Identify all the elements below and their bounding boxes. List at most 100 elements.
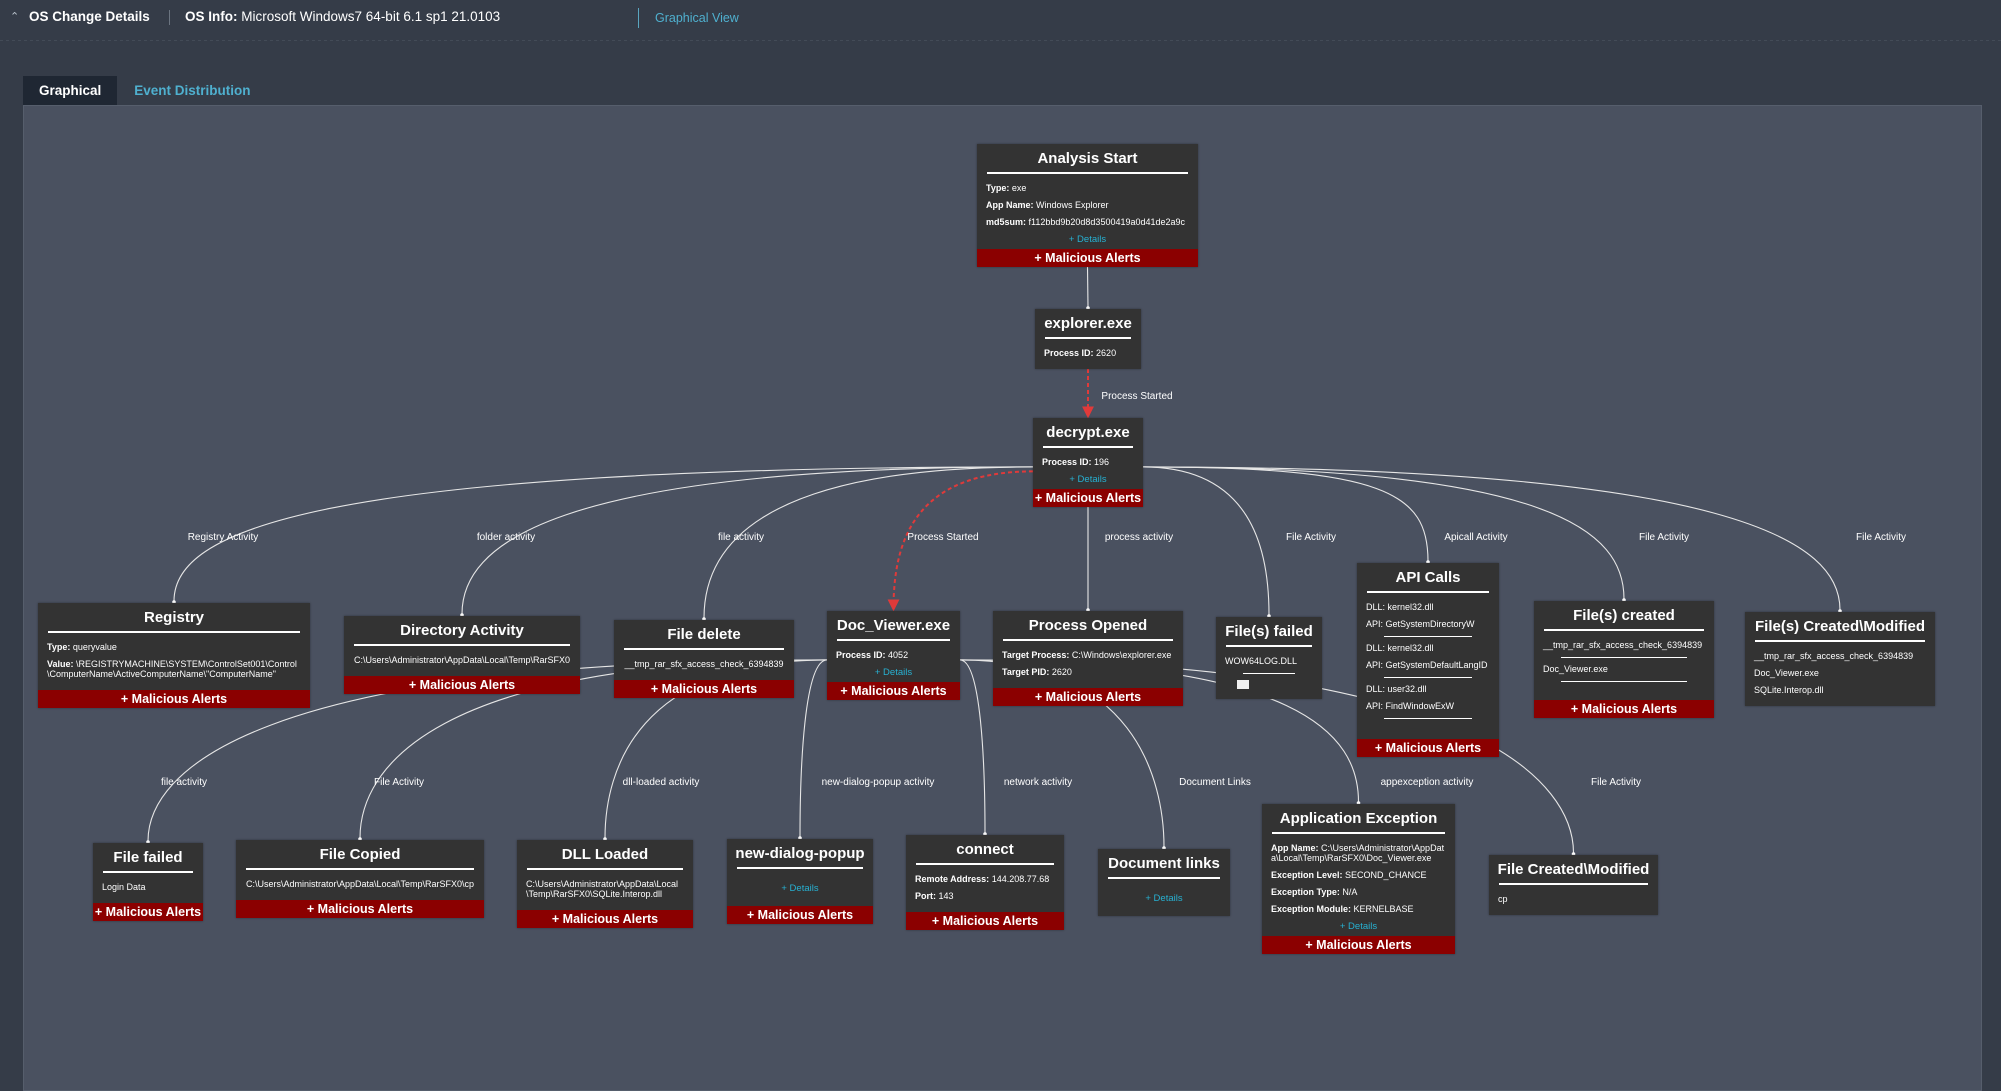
malicious-alerts-button[interactable]: + Malicious Alerts — [93, 903, 203, 921]
node-api-calls[interactable]: API Calls DLL: kernel32.dll API: GetSystem… — [1357, 563, 1499, 757]
node-title: DLL Loaded — [561, 846, 649, 863]
title-rule — [987, 172, 1188, 174]
header-separator — [0, 40, 2001, 41]
node-new-dialog-popup[interactable]: new-dialog-popup + Details + Malicious Ale… — [727, 839, 873, 924]
field-value: Login Data — [102, 882, 146, 892]
node-title: new-dialog-popup — [735, 845, 865, 862]
node-dll-loaded[interactable]: DLL Loaded C:\Users\Administrator\AppData… — [517, 840, 693, 928]
malicious-alerts-button[interactable]: + Malicious Alerts — [614, 680, 794, 698]
node-body: __tmp_rar_sfx_access_check_6394839 Doc_Vi… — [1534, 637, 1714, 700]
details-link[interactable]: + Details — [827, 667, 960, 678]
edge-label: Document Links — [1179, 777, 1251, 788]
malicious-alerts-button[interactable]: + Malicious Alerts — [827, 682, 960, 700]
tab-event-distribution[interactable]: Event Distribution — [117, 76, 266, 106]
malicious-alerts-button[interactable]: + Malicious Alerts — [977, 249, 1198, 267]
edge-label: File Activity — [1638, 532, 1690, 543]
malicious-alerts-button[interactable]: + Malicious Alerts — [517, 910, 693, 928]
field-label: Exception Module: — [1271, 904, 1352, 914]
node-connect[interactable]: connect Remote Address: 144.208.77.68 Port… — [906, 835, 1064, 930]
tab-graphical[interactable]: Graphical — [23, 76, 118, 106]
field-label: Process ID: — [1044, 348, 1094, 358]
edge-label: network activity — [1003, 777, 1073, 788]
title-rule — [837, 639, 950, 641]
edge-label: folder activity — [476, 532, 536, 543]
os-info-value: Microsoft Windows7 64-bit 6.1 sp1 21.010… — [241, 9, 501, 24]
node-field: C:\Users\Administrator\AppData\Local\Tem… — [526, 879, 684, 899]
node-field: Exception Type: N/A — [1271, 887, 1446, 897]
node-title: File failed — [113, 849, 183, 866]
node-files-created[interactable]: File(s) created __tmp_rar_sfx_access_chec… — [1534, 601, 1714, 718]
title-rule — [48, 631, 300, 633]
node-files-created-modified[interactable]: File(s) Created\Modified __tmp_rar_sfx_ac… — [1745, 612, 1935, 706]
node-body — [1098, 885, 1230, 889]
node-field: Value: \REGISTRYMACHINE\SYSTEM\ControlSe… — [47, 659, 301, 679]
node-body: Remote Address: 144.208.77.68 Port: 143 — [906, 871, 1064, 912]
details-link[interactable]: + Details — [977, 234, 1198, 245]
node-file-delete[interactable]: File delete __tmp_rar_sfx_access_check_63… — [614, 620, 794, 698]
edge-label: Apicall Activity — [1444, 532, 1508, 543]
malicious-alerts-button[interactable]: + Malicious Alerts — [1534, 700, 1714, 718]
node-file-created-modified[interactable]: File Created\Modified cp — [1489, 855, 1658, 915]
malicious-alerts-button[interactable]: + Malicious Alerts — [344, 676, 580, 694]
malicious-alerts-button[interactable]: + Malicious Alerts — [993, 688, 1183, 706]
api-name: API: FindWindowExW — [1366, 701, 1455, 711]
malicious-alerts-button[interactable]: + Malicious Alerts — [236, 900, 484, 918]
malicious-alerts-button[interactable]: + Malicious Alerts — [1357, 739, 1499, 757]
node-directory-activity[interactable]: Directory Activity C:\Users\Administrator… — [344, 616, 580, 694]
node-doc-viewer[interactable]: Doc_Viewer.exe Process ID: 4052 + Details +… — [827, 611, 960, 700]
node-files-failed[interactable]: File(s) failed WOW64LOG.DLL — [1216, 617, 1322, 699]
node-registry[interactable]: Registry Type: queryvalue Value: \REGISTRY… — [38, 603, 310, 708]
details-link[interactable]: + Details — [1262, 921, 1455, 932]
node-file-failed[interactable]: File failed Login Data + Malicious Alerts — [93, 843, 203, 921]
node-title: decrypt.exe — [1046, 424, 1130, 441]
caret-up-icon[interactable]: ⌃ — [10, 10, 19, 23]
field-label: Process ID: — [1042, 457, 1092, 467]
field-label: Process ID: — [836, 650, 886, 660]
node-body: __tmp_rar_sfx_access_check_6394839 Doc_Vi… — [1745, 648, 1935, 706]
node-explorer[interactable]: explorer.exe Process ID: 2620 — [1035, 309, 1141, 369]
node-application-exception[interactable]: Application Exception App Name: C:\Users\… — [1262, 804, 1455, 954]
node-body: Target Process: C:\Windows\explorer.exe T… — [993, 647, 1183, 688]
file-item: __tmp_rar_sfx_access_check_6394839 — [1543, 640, 1703, 650]
field-label: Value: — [47, 659, 74, 669]
node-field: C:\Users\Administrator\AppData\Local\Tem… — [353, 655, 571, 665]
graphical-view-link[interactable]: Graphical View — [655, 11, 739, 25]
title-rule — [1272, 832, 1445, 834]
details-link[interactable]: + Details — [1098, 893, 1230, 904]
malicious-alerts-button[interactable]: + Malicious Alerts — [727, 906, 873, 924]
node-process-opened[interactable]: Process Opened Target Process: C:\Windows… — [993, 611, 1183, 706]
node-title: API Calls — [1395, 569, 1461, 586]
node-field: Port: 143 — [915, 891, 1055, 901]
details-link[interactable]: + Details — [1033, 474, 1143, 485]
field-label: Type: — [47, 642, 71, 652]
malicious-alerts-button[interactable]: + Malicious Alerts — [38, 690, 310, 708]
malicious-alerts-button[interactable]: + Malicious Alerts — [906, 912, 1064, 930]
item-divider — [1243, 673, 1295, 674]
field-value: C:\Users\Administrator\AppData\Local\Tem… — [245, 879, 475, 889]
node-file-copied[interactable]: File Copied C:\Users\Administrator\AppDat… — [236, 840, 484, 918]
title-rule — [1367, 591, 1489, 593]
field-value: N/A — [1342, 887, 1358, 897]
field-label: Exception Type: — [1271, 887, 1340, 897]
field-value: C:\Users\Administrator\AppData\Local\Tem… — [526, 879, 679, 899]
malicious-alerts-button[interactable]: + Malicious Alerts — [1033, 489, 1143, 507]
node-title: Process Opened — [1028, 617, 1148, 634]
field-value: __tmp_rar_sfx_access_check_6394839 — [624, 659, 784, 669]
node-analysis-start[interactable]: Analysis Start Type: exe App Name: Windows… — [977, 144, 1198, 267]
node-title: connect — [956, 841, 1014, 858]
node-body: Process ID: 2620 — [1035, 345, 1141, 369]
field-value: exe — [1011, 183, 1027, 193]
details-link[interactable]: + Details — [727, 883, 873, 894]
title-rule — [1499, 883, 1648, 885]
node-field: Target Process: C:\Windows\explorer.exe — [1002, 650, 1174, 660]
node-decrypt[interactable]: decrypt.exe Process ID: 196 + Details + Mal… — [1033, 418, 1143, 507]
node-title: File(s) failed — [1225, 623, 1313, 640]
field-value: 196 — [1094, 457, 1110, 467]
api-name: API: GetSystemDefaultLangID — [1366, 660, 1488, 670]
node-document-links[interactable]: Document links + Details — [1098, 849, 1230, 916]
header-divider — [169, 10, 170, 25]
field-label: Remote Address: — [915, 874, 990, 884]
field-label: Target Process: — [1002, 650, 1070, 660]
malicious-alerts-button[interactable]: + Malicious Alerts — [1262, 936, 1455, 954]
view-tabs: Graphical Event Distribution — [23, 76, 267, 106]
